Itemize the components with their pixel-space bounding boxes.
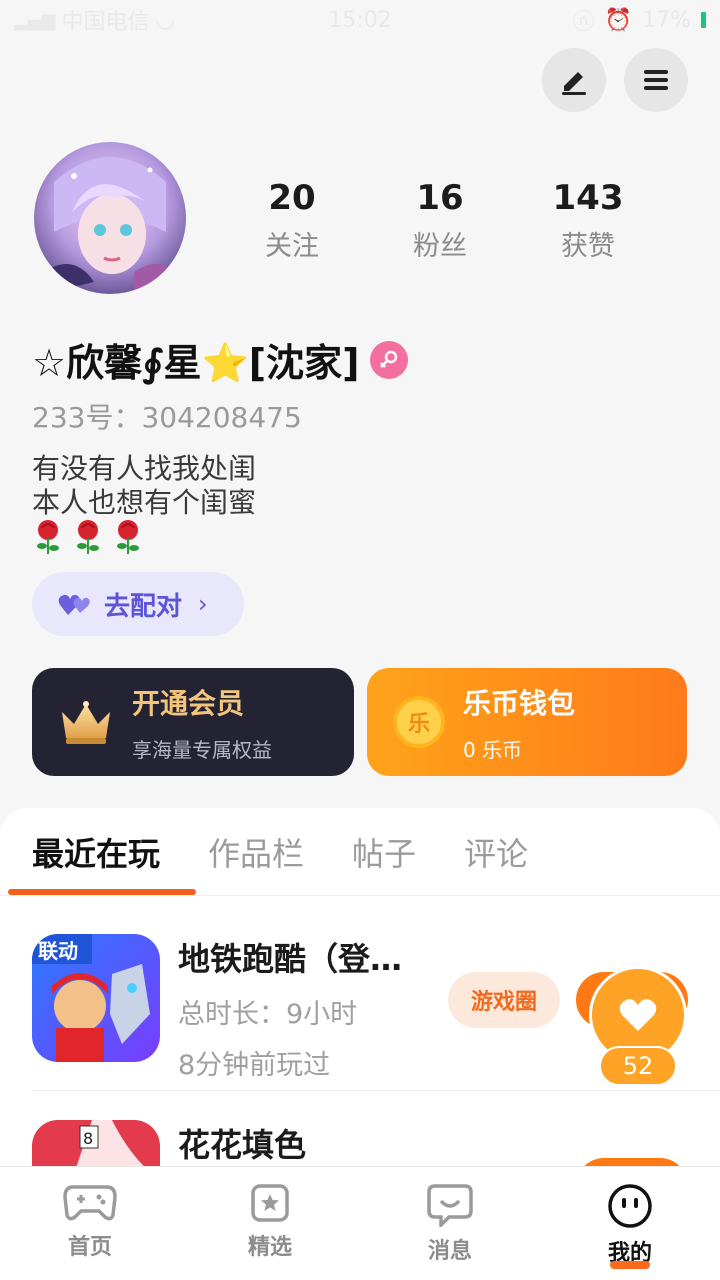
stat-followers[interactable]: 16 粉丝	[366, 176, 514, 263]
wallet-card[interactable]: 乐 乐币钱包 0 乐币	[367, 668, 687, 776]
nav-label: 精选	[247, 1235, 292, 1260]
nav-home[interactable]: 首页	[0, 1167, 180, 1280]
vip-subtitle: 享海量专属权益	[132, 737, 272, 762]
game-duration: 总时长：9小时	[178, 999, 358, 1030]
bio-line: 有没有人找我处闺	[32, 452, 257, 485]
game-info: 地铁跑酷（登… 总时长：9小时 8分钟前玩过	[178, 934, 428, 1082]
edit-profile-button[interactable]	[542, 48, 606, 112]
nav-featured[interactable]: 精选	[180, 1167, 360, 1280]
game-row[interactable]: 8 花花填色	[32, 1120, 688, 1168]
game-icon-badge: 8	[83, 1129, 93, 1148]
wallet-balance: 0 乐币	[463, 737, 523, 762]
game-name: 花花填色	[178, 1126, 307, 1164]
game-icon-subway[interactable]: 联动	[32, 934, 160, 1062]
status-bar: ▂▄▆ 中国电信 ◡ 15:02 ⓝ ⏰ 17%	[0, 0, 720, 40]
rose-icon	[77, 520, 99, 554]
nav-label: 首页	[67, 1235, 112, 1260]
bio-roses	[32, 518, 144, 556]
menu-button[interactable]	[624, 48, 688, 112]
status-right: ⓝ ⏰ 17%	[573, 4, 706, 36]
tab-comments[interactable]: 评论	[464, 829, 528, 875]
clock: 15:02	[328, 7, 392, 33]
vip-card[interactable]: 开通会员 享海量专属权益	[32, 668, 354, 776]
game-icon-coloring[interactable]: 8	[32, 1120, 160, 1168]
alarm-icon: ⏰	[604, 7, 633, 33]
match-button[interactable]: 去配对 ›	[32, 572, 244, 636]
bio-line: 本人也想有个闺蜜	[32, 486, 257, 519]
nickname: ☆欣馨∮星⭐[沈家]	[32, 341, 360, 385]
coin-icon: 乐	[393, 696, 445, 748]
stat-likes[interactable]: 143 获赞	[514, 176, 662, 263]
match-label: 去配对	[104, 591, 183, 622]
edit-icon	[562, 72, 586, 95]
tab-recent[interactable]: 最近在玩	[32, 829, 160, 875]
game-circle-button[interactable]: 游戏圈	[448, 972, 560, 1028]
wifi-icon: ◡	[155, 7, 175, 33]
profile-stats: 20 关注 16 粉丝 143 获赞	[218, 176, 662, 263]
wallet-title: 乐币钱包	[463, 686, 576, 720]
followers-label: 粉丝	[413, 231, 467, 262]
top-actions	[542, 48, 688, 112]
tab-active-indicator	[8, 889, 196, 895]
following-count: 20	[268, 178, 316, 218]
stat-following[interactable]: 20 关注	[218, 176, 366, 263]
status-left: ▂▄▆ 中国电信 ◡	[14, 4, 175, 36]
carrier-text: 中国电信	[61, 10, 150, 35]
vibrate-icon: ⓝ	[572, 10, 595, 35]
game-name: 地铁跑酷（登…	[178, 940, 403, 978]
signal-icon: ▂▄▆	[14, 9, 56, 31]
like-count: 52	[599, 1046, 677, 1086]
rose-icon	[117, 520, 139, 554]
game-icon-badge: 联动	[38, 939, 78, 963]
nav-messages[interactable]: 消息	[360, 1167, 540, 1280]
tab-works[interactable]: 作品栏	[208, 829, 304, 875]
floating-like-button[interactable]: 52	[589, 966, 687, 1086]
rose-icon	[37, 520, 59, 554]
nav-me[interactable]: 我的	[540, 1167, 720, 1280]
nav-active-indicator	[610, 1261, 650, 1269]
hearts-icon	[58, 594, 90, 615]
following-label: 关注	[265, 231, 319, 262]
menu-icon	[644, 70, 668, 90]
tab-bar: 最近在玩 作品栏 帖子 评论	[0, 808, 720, 896]
game-last-played: 8分钟前玩过	[178, 1050, 331, 1081]
chat-bubble-icon	[427, 1184, 473, 1227]
chevron-right-icon: ›	[198, 590, 208, 618]
bottom-nav: 首页 精选 消息 我的	[0, 1166, 720, 1280]
crown-icon	[62, 701, 110, 744]
likes-count: 143	[552, 178, 624, 218]
game-info: 花花填色	[178, 1120, 428, 1168]
female-gender-icon	[369, 340, 408, 379]
battery-icon	[701, 12, 706, 28]
bio: 有没有人找我处闺 本人也想有个闺蜜	[32, 452, 256, 520]
likes-label: 获赞	[561, 231, 615, 262]
nickname-row: ☆欣馨∮星⭐[沈家]	[32, 332, 408, 387]
tab-posts[interactable]: 帖子	[352, 829, 416, 875]
divider	[32, 1090, 720, 1091]
user-id: 233号：304208475	[32, 401, 302, 434]
face-icon	[608, 1184, 652, 1228]
followers-count: 16	[416, 178, 464, 218]
gamepad-icon	[63, 1185, 117, 1221]
star-card-icon	[251, 1184, 289, 1222]
avatar[interactable]	[34, 142, 186, 294]
battery-percent: 17%	[642, 7, 691, 33]
nav-label: 消息	[427, 1239, 472, 1264]
coin-glyph: 乐	[407, 712, 430, 737]
vip-title: 开通会员	[132, 686, 245, 720]
